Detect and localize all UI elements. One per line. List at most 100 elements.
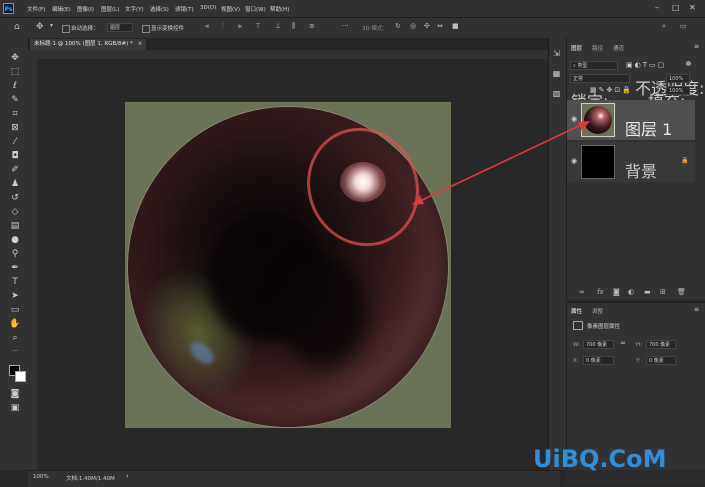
zoom-level[interactable]: 100% [33,474,49,480]
add-mask-icon[interactable]: ◙ [613,288,620,296]
quick-select-tool-icon[interactable]: ✎ [9,94,21,106]
home-icon[interactable]: ⌂ [14,22,20,33]
crop-tool-icon[interactable]: ⌗ [9,108,21,120]
tab-channels[interactable]: 通道 [613,44,624,52]
menu-filter[interactable]: 滤镜(T) [175,5,194,13]
tab-paths[interactable]: 路径 [592,44,603,52]
tab-close-icon[interactable]: × [138,41,143,47]
lock-icons[interactable]: ▦✎✥⊡🔒 [590,86,633,94]
3d-scale-icon[interactable]: ■ [452,22,459,33]
filter-toggle-icon[interactable] [686,61,691,66]
panel-menu-icon[interactable]: ≡ [694,43,699,50]
document-canvas[interactable] [125,102,451,428]
align-right-icon[interactable]: ⫸ [238,22,242,33]
align-middle-icon[interactable]: ⊥ [275,22,281,33]
move-tool-icon[interactable]: ✥ [9,52,21,64]
status-menu-icon[interactable]: › [126,472,129,480]
type-tool-icon[interactable]: T [9,276,21,288]
height-input[interactable]: 700 像素 [646,340,676,349]
new-layer-icon[interactable]: ⊞ [660,288,666,296]
3d-pan-icon[interactable]: ✣ [424,22,430,33]
document-tab[interactable]: 未标题-1 @ 100% (图层 1, RGB/8#) * × [30,39,147,50]
pen-tool-icon[interactable]: ✒ [9,262,21,274]
more-tools-icon[interactable]: ··· [9,346,21,358]
hand-tool-icon[interactable]: ✋ [9,318,21,330]
menu-view[interactable]: 视图(V) [221,5,240,13]
distribute-v-icon[interactable]: ≡ [309,22,315,33]
fx-icon[interactable]: fx [597,288,604,296]
align-top-icon[interactable]: ⊤ [255,22,261,33]
layer-row-layer1[interactable]: ◉ 图层 1 [567,100,695,140]
dodge-tool-icon[interactable]: ⚲ [9,248,21,260]
blur-tool-icon[interactable]: ● [9,234,21,246]
layer-select-dropdown[interactable]: 图层 [107,23,133,32]
menu-3d[interactable]: 3D(D) [200,5,216,11]
eraser-tool-icon[interactable]: ◇ [9,206,21,218]
layer-name[interactable]: 图层 1 [625,116,672,140]
auto-select-checkbox[interactable] [62,25,70,33]
tab-layers[interactable]: 图层 [571,44,582,52]
menu-edit[interactable]: 编辑(E) [52,5,71,13]
menu-select[interactable]: 选择(S) [150,5,169,13]
panel-menu-icon[interactable]: ≡ [694,306,699,313]
delete-layer-icon[interactable]: 🗑 [677,288,686,296]
swatches-icon[interactable]: ▦ [551,68,562,79]
marquee-tool-icon[interactable]: ⬚ [9,66,21,78]
lasso-tool-icon[interactable]: ℓ [9,80,21,92]
align-center-icon[interactable]: ⫶ [222,22,224,33]
close-icon[interactable]: ✕ [689,3,696,12]
libraries-icon[interactable]: ▧ [551,88,562,99]
adjustment-layer-icon[interactable]: ◐ [628,288,634,296]
eyedropper-tool-icon[interactable]: ⁄ [9,136,21,148]
history-icon[interactable]: ⇲ [551,48,562,59]
link-dimensions-icon[interactable]: ∞ [620,339,626,347]
workspace-icon[interactable]: ▭ [680,22,687,33]
brush-tool-icon[interactable]: ✐ [9,164,21,176]
minimize-icon[interactable]: – [655,3,659,12]
link-layers-icon[interactable]: ∞ [579,288,585,296]
menu-type[interactable]: 文字(Y) [125,5,144,13]
fill-input[interactable]: 100% [666,86,690,95]
align-left-icon[interactable]: ⫷ [205,22,209,33]
filter-icons[interactable]: ▣◐T▭▢ [626,61,666,69]
move-tool-icon[interactable]: ✥ [36,22,44,33]
search-icon[interactable]: ⌕ [662,22,666,33]
menu-layer[interactable]: 图层(L) [101,5,119,13]
frame-tool-icon[interactable]: ⊠ [9,122,21,134]
group-icon[interactable]: ▬ [644,288,651,296]
menu-help[interactable]: 帮助(H) [270,5,289,13]
screen-mode-icon[interactable]: ▣ [9,402,21,414]
history-brush-tool-icon[interactable]: ↺ [9,192,21,204]
gradient-tool-icon[interactable]: ▤ [9,220,21,232]
filter-kind-dropdown[interactable]: ⌕ 类型 [570,61,618,70]
chevron-down-icon[interactable]: ▾ [50,22,53,33]
visibility-eye-icon[interactable]: ◉ [571,115,577,123]
width-input[interactable]: 700 像素 [583,340,614,349]
y-input[interactable]: 0 像素 [646,356,676,365]
layer-name[interactable]: 背景 [625,158,657,182]
opacity-input[interactable]: 100% [666,74,690,83]
background-color-swatch[interactable] [15,371,26,382]
x-input[interactable]: 0 像素 [583,356,614,365]
3d-slide-icon[interactable]: ⇔ [437,22,443,33]
menu-window[interactable]: 窗口(W) [245,5,266,13]
blend-mode-dropdown[interactable]: 正常 [570,74,630,83]
tab-adjustments[interactable]: 调整 [592,307,603,315]
quick-mask-icon[interactable]: ◙ [9,388,21,400]
layer-row-background[interactable]: ◉ 背景 🔒 [567,142,695,182]
menu-file[interactable]: 文件(F) [27,5,45,13]
menu-image[interactable]: 图像(I) [77,5,94,13]
healing-tool-icon[interactable]: ◘ [9,150,21,162]
tab-properties[interactable]: 属性 [571,307,582,315]
more-icon[interactable]: ··· [342,22,349,33]
rectangle-tool-icon[interactable]: ▭ [9,304,21,316]
3d-rotate-icon[interactable]: ↻ [395,22,401,33]
stamp-tool-icon[interactable]: ♟ [9,178,21,190]
path-select-tool-icon[interactable]: ➤ [9,290,21,302]
maximize-icon[interactable]: □ [672,3,680,12]
zoom-tool-icon[interactable]: ⌕ [9,332,21,344]
visibility-eye-icon[interactable]: ◉ [571,157,577,165]
show-transform-checkbox[interactable] [142,25,150,33]
3d-roll-icon[interactable]: ◎ [410,22,416,33]
distribute-icon[interactable]: ⫼ [292,22,295,33]
